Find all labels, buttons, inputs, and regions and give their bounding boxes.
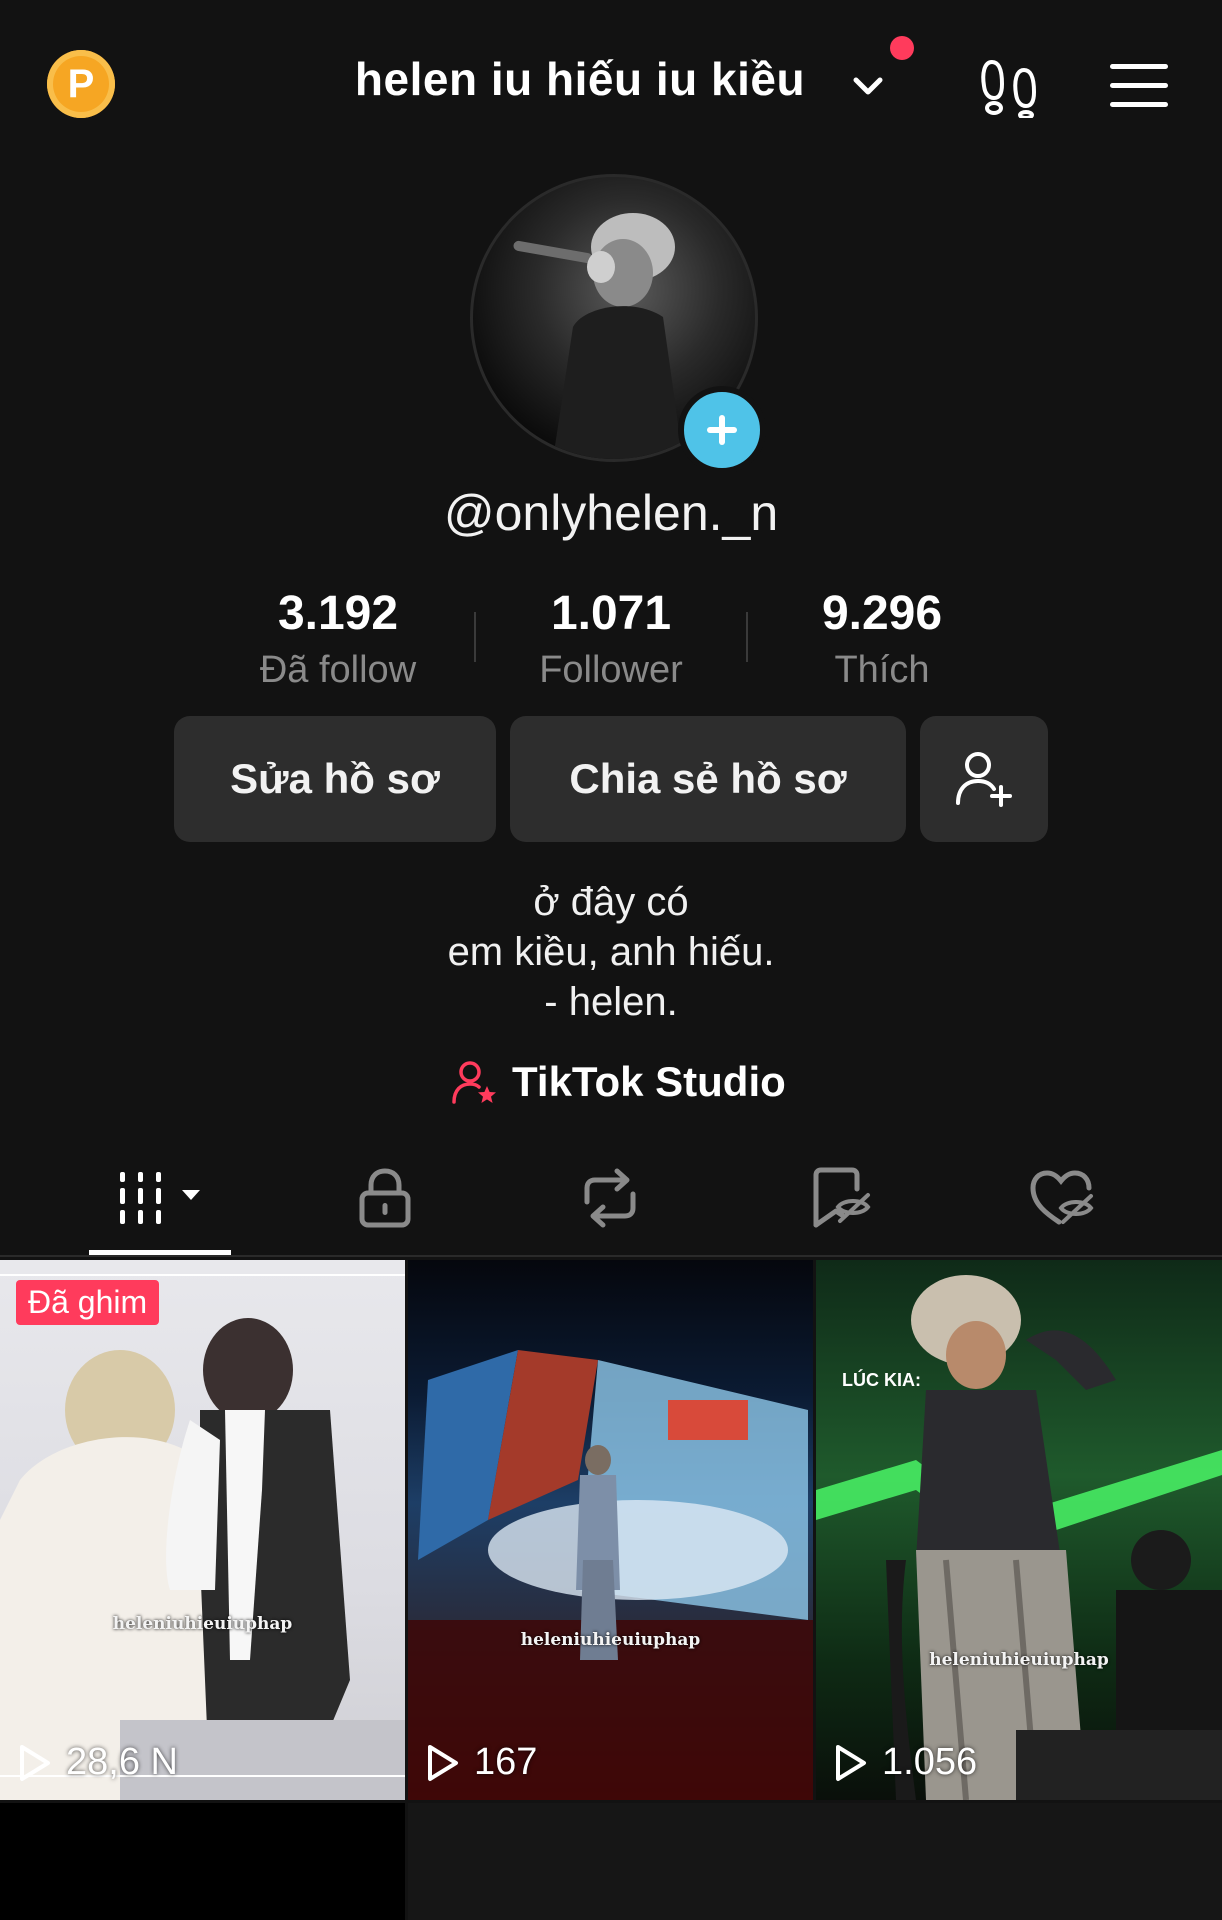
video-placeholder — [0, 1803, 405, 1920]
followers-label: Follower — [539, 649, 683, 691]
play-icon — [20, 1744, 50, 1781]
tab-private[interactable] — [335, 1162, 435, 1234]
video-frame — [0, 1274, 405, 1800]
creator-star-icon — [452, 1061, 496, 1104]
video-thumbnail[interactable]: heleniuhieuiuphap 167 — [408, 1260, 813, 1800]
plus-icon — [707, 415, 737, 445]
following-label: Đã follow — [259, 649, 417, 691]
likes-stat[interactable]: 9.296 Thích — [762, 586, 1002, 692]
menu-icon[interactable] — [1108, 62, 1170, 110]
tab-liked[interactable] — [1012, 1162, 1112, 1234]
heart-hidden-icon — [1030, 1170, 1094, 1225]
bio-line: - helen. — [544, 980, 678, 1024]
coin-label: P — [67, 61, 95, 106]
grid-icon — [120, 1172, 200, 1224]
video-frame — [816, 1275, 1222, 1800]
stat-divider — [474, 612, 476, 662]
followers-count: 1.071 — [550, 587, 672, 640]
bio-line: em kiều, anh hiếu. — [447, 930, 775, 974]
bio-line: ở đây có — [533, 880, 689, 924]
video-thumbnail[interactable]: Đã ghim heleniuhieuiuphap 28,6 N — [0, 1260, 405, 1800]
username: @onlyhelen._n — [443, 485, 779, 541]
add-user-icon — [956, 752, 1012, 807]
edit-profile-button[interactable]: Sửa hồ sơ — [174, 716, 496, 842]
account-name[interactable]: helen iu hiếu iu kiều — [300, 52, 860, 106]
view-count: 28,6 N — [18, 1741, 178, 1784]
view-count: 1.056 — [834, 1741, 977, 1784]
following-count: 3.192 — [277, 587, 399, 640]
tab-bar-divider — [0, 1255, 1222, 1257]
footprints-icon[interactable] — [978, 56, 1040, 118]
lock-icon — [359, 1168, 411, 1228]
view-count: 167 — [426, 1741, 537, 1784]
video-frame — [408, 1350, 813, 1800]
tab-videos[interactable] — [110, 1162, 210, 1234]
play-icon — [428, 1744, 458, 1781]
grid-background — [408, 1803, 1222, 1920]
view-count-value: 167 — [474, 1741, 538, 1783]
pinned-badge: Đã ghim — [16, 1280, 160, 1325]
repost-icon — [584, 1168, 636, 1228]
video-watermark: heleniuhieuiuphap — [929, 1650, 1109, 1670]
followers-stat[interactable]: 1.071 Follower — [491, 586, 731, 692]
coin-icon[interactable]: P — [47, 50, 115, 118]
video-thumbnail[interactable]: LÚC KIA: heleniuhieuiuphap 1.056 — [816, 1260, 1222, 1800]
add-avatar-button[interactable] — [678, 386, 766, 474]
video-watermark: heleniuhieuiuphap — [112, 1614, 293, 1634]
add-friend-button[interactable] — [920, 716, 1048, 842]
likes-label: Thích — [834, 649, 930, 691]
bookmark-hidden-icon — [813, 1167, 871, 1228]
tiktok-studio-label: TikTok Studio — [512, 1058, 786, 1105]
tab-saved[interactable] — [790, 1162, 890, 1234]
likes-count: 9.296 — [821, 587, 943, 640]
view-count-value: 1.056 — [882, 1741, 978, 1783]
notification-dot — [890, 36, 914, 60]
following-stat[interactable]: 3.192 Đã follow — [218, 586, 458, 692]
chevron-down-icon[interactable] — [848, 66, 888, 106]
stat-divider — [746, 612, 748, 662]
video-watermark: heleniuhieuiuphap — [520, 1630, 701, 1650]
view-count-value: 28,6 N — [66, 1741, 178, 1783]
tiktok-studio-link[interactable]: TikTok Studio — [450, 1054, 786, 1110]
play-icon — [836, 1744, 866, 1781]
tab-reposts[interactable] — [560, 1162, 660, 1234]
share-profile-button[interactable]: Chia sẻ hồ sơ — [510, 716, 906, 842]
video-caption: LÚC KIA: — [842, 1370, 921, 1390]
